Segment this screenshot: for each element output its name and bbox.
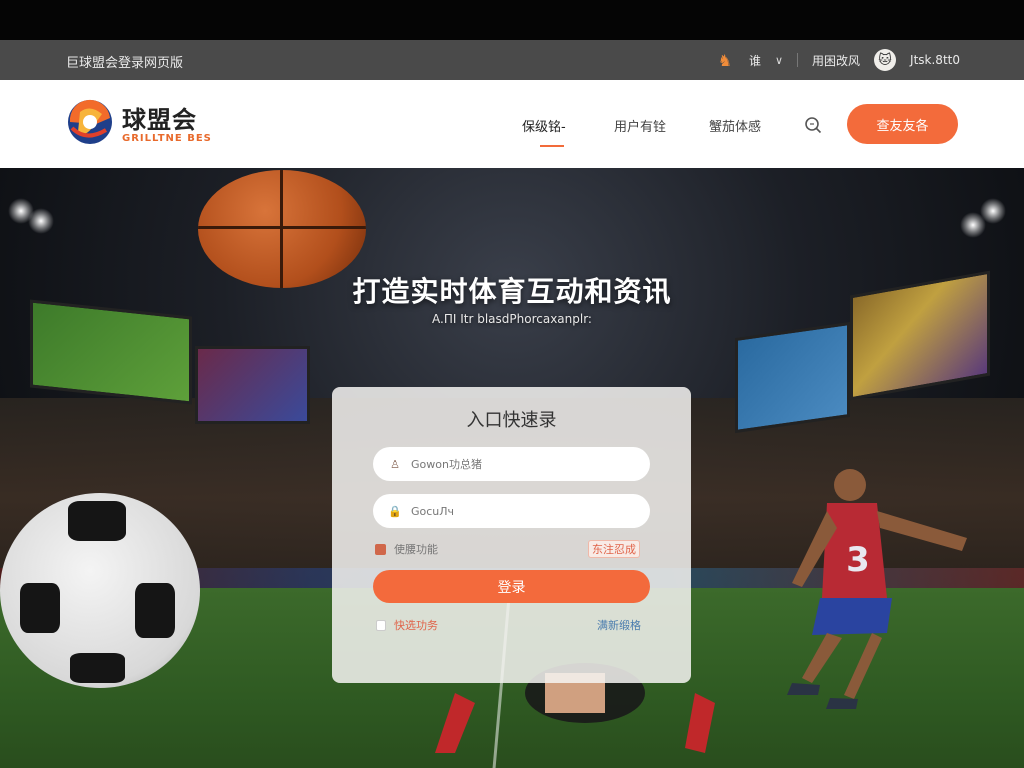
quick-option[interactable]: 快选功务: [376, 617, 438, 633]
stadium-screen: [735, 321, 850, 434]
hero-subtitle: A.ПI Itr blasdPhorcaxanplr:: [432, 312, 592, 326]
stadium-screen: [195, 346, 310, 424]
password-input[interactable]: [411, 504, 631, 518]
user-menu-label[interactable]: 用困改风: [812, 52, 860, 69]
nav-active-indicator: [540, 145, 564, 147]
nav-item-2[interactable]: 用户有铨: [614, 116, 666, 135]
utility-right: ♞ 谁 ∨ 用困改风 🐱 Jtsk.8tt0: [715, 40, 960, 80]
login-title: 入口快速录: [466, 410, 557, 431]
utility-bar: 巨球盟会登录网页版 ♞ 谁 ∨ 用困改风 🐱 Jtsk.8tt0: [0, 40, 1024, 80]
username-input[interactable]: [411, 457, 631, 471]
logo-text: 球盟会: [122, 106, 197, 134]
register-link[interactable]: 满新缎格: [597, 617, 641, 633]
avatar-icon[interactable]: 🐱: [874, 49, 897, 71]
login-button[interactable]: 登录: [373, 570, 650, 603]
quick-option-checkbox[interactable]: [376, 619, 386, 631]
password-field[interactable]: 🔒: [373, 494, 650, 528]
account-label[interactable]: Jtsk.8tt0: [910, 53, 960, 67]
player-image: 3: [787, 469, 967, 709]
logo[interactable]: 球盟会 GRILLTNE BES: [66, 98, 212, 146]
chevron-down-icon[interactable]: ∨: [775, 54, 783, 67]
stadium-light: [28, 208, 54, 234]
remember-checkbox[interactable]: [375, 543, 386, 555]
hero-title: 打造实时体育互动和资讯: [352, 275, 672, 308]
remember-label: 使腰功能: [394, 543, 438, 556]
user-icon: ♙: [390, 457, 400, 471]
top-strip: [0, 0, 1024, 40]
divider: [797, 53, 799, 67]
stadium-light: [960, 212, 986, 238]
svg-text:3: 3: [846, 540, 870, 580]
login-card: 入口快速录 ♙ 🔒 使腰功能 东注忍成 登录 快选功务 满新缎格: [332, 387, 691, 683]
nav-item-1[interactable]: 保级铭-: [522, 116, 566, 135]
search-icon[interactable]: [802, 114, 824, 136]
nav-item-3[interactable]: 蟹茄体感: [709, 116, 761, 135]
username-field[interactable]: ♙: [373, 447, 650, 481]
quick-option-label: 快选功务: [394, 619, 438, 632]
horse-icon: ♞: [717, 50, 733, 70]
cta-button[interactable]: 查友友各: [847, 104, 958, 144]
remember-me[interactable]: 使腰功能: [375, 541, 438, 557]
logo-subtext: GRILLTNE BES: [122, 133, 212, 144]
soccer-ball-image: [0, 493, 200, 688]
logo-mark-icon: [68, 99, 112, 144]
site-version-label: 巨球盟会登录网页版: [66, 56, 184, 71]
forgot-link[interactable]: 东注忍成: [588, 540, 640, 558]
lock-icon: 🔒: [388, 504, 402, 518]
language-label[interactable]: 谁: [749, 52, 761, 69]
